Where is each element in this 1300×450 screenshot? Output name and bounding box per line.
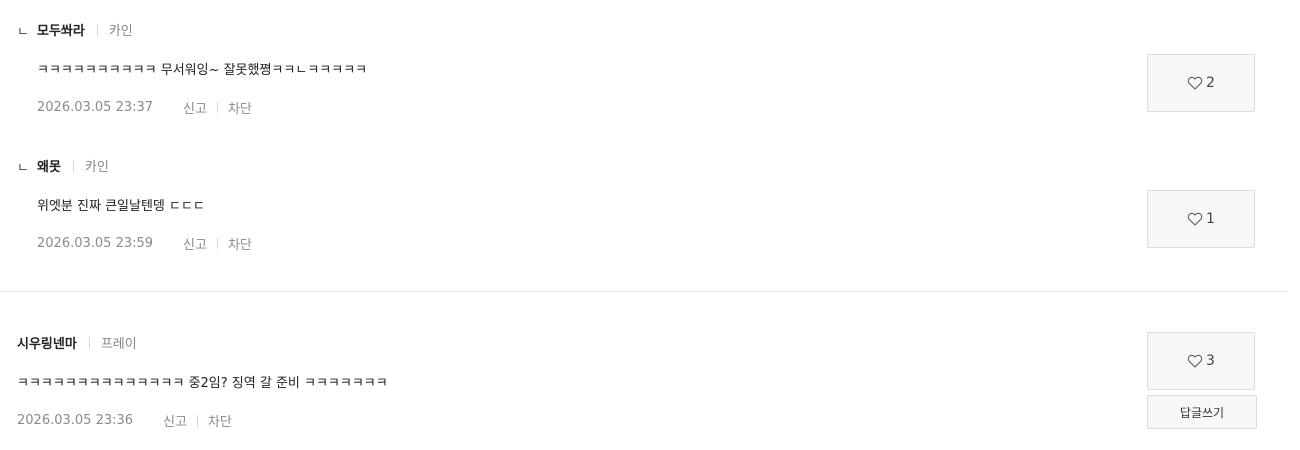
comment-footer: 2026.03.05 23:36 신고 차단 xyxy=(17,411,232,430)
like-button[interactable]: 1 xyxy=(1147,190,1255,248)
comment-date: 2026.03.05 23:59 xyxy=(37,236,154,251)
comment-footer: 2026.03.05 23:37 신고 차단 xyxy=(37,98,252,117)
block-button[interactable]: 차단 xyxy=(208,411,232,430)
block-button[interactable]: 차단 xyxy=(228,234,252,253)
action-divider xyxy=(196,415,198,426)
like-count: 1 xyxy=(1206,211,1215,227)
heart-icon xyxy=(1187,76,1203,90)
reply-marker: ㄴ xyxy=(17,161,29,176)
comment-meta: 왜못 카인 xyxy=(37,156,109,175)
comment-text: ㅋㅋㅋㅋㅋㅋㅋㅋㅋㅋ 무서워잉~ 잘못했쪙ㅋㅋㄴㅋㅋㅋㅋㅋ xyxy=(37,63,368,78)
author-name[interactable]: 왜못 xyxy=(37,156,61,175)
report-button[interactable]: 신고 xyxy=(163,411,187,430)
report-button[interactable]: 신고 xyxy=(183,98,207,117)
write-reply-button[interactable]: 답글쓰기 xyxy=(1147,395,1257,429)
comment-meta: 모두쏴라 카인 xyxy=(37,20,133,39)
user-badge: 카인 xyxy=(108,24,133,39)
comment-section: ㄴ 모두쏴라 카인 ㅋㅋㅋㅋㅋㅋㅋㅋㅋㅋ 무서워잉~ 잘못했쪙ㅋㅋㄴㅋㅋㅋㅋㅋ … xyxy=(0,0,1300,450)
meta-divider xyxy=(96,23,98,36)
comment-date: 2026.03.05 23:36 xyxy=(17,413,134,428)
like-button[interactable]: 2 xyxy=(1147,54,1255,112)
block-button[interactable]: 차단 xyxy=(228,98,252,117)
meta-divider xyxy=(72,159,74,172)
like-count: 3 xyxy=(1206,353,1215,369)
report-button[interactable]: 신고 xyxy=(183,234,207,253)
like-count: 2 xyxy=(1206,75,1215,91)
comment-date: 2026.03.05 23:37 xyxy=(37,100,154,115)
heart-icon xyxy=(1187,354,1203,368)
comment-text: ㅋㅋㅋㅋㅋㅋㅋㅋㅋㅋㅋㅋㅋㅋ 중2임? 징역 갈 준비 ㅋㅋㅋㅋㅋㅋㅋ xyxy=(17,376,388,391)
reply-marker: ㄴ xyxy=(17,25,29,40)
comment-meta: 시우링넨마 프레이 xyxy=(17,333,137,352)
author-name[interactable]: 모두쏴라 xyxy=(37,20,85,39)
comment-text: 위엣분 진짜 큰일날텐뎅 ㄷㄷㄷ xyxy=(37,199,205,214)
comment-footer: 2026.03.05 23:59 신고 차단 xyxy=(37,234,252,253)
meta-divider xyxy=(88,336,90,349)
user-badge: 프레이 xyxy=(100,337,137,352)
action-divider xyxy=(216,238,218,249)
author-name[interactable]: 시우링넨마 xyxy=(17,333,77,352)
like-button[interactable]: 3 xyxy=(1147,332,1255,390)
user-badge: 카인 xyxy=(84,160,109,175)
heart-icon xyxy=(1187,212,1203,226)
action-divider xyxy=(216,102,218,113)
comment-divider xyxy=(0,291,1287,292)
